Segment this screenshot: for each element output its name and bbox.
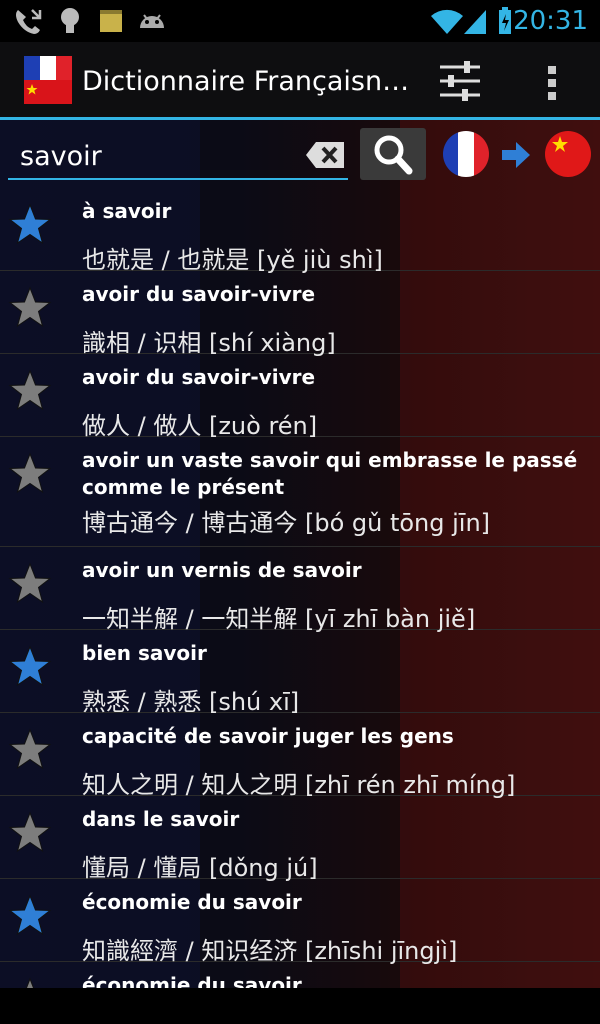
entry-french: économie du savoir — [82, 890, 302, 914]
clock: 20:31 — [513, 6, 588, 36]
entry-translation: 博古通今 / 博古通今 [bó gǔ tōng jīn] — [82, 509, 491, 537]
search-row — [0, 120, 600, 186]
clear-text-icon[interactable] — [304, 140, 346, 170]
entry-translation: 懂局 / 懂局 [dǒng jú] — [82, 854, 318, 882]
list-item[interactable]: avoir du savoir-vivre 做人 / 做人 [zuò rén] — [0, 354, 600, 440]
list-item[interactable]: à savoir 也就是 / 也就是 [yě jiù shì] — [0, 188, 600, 274]
search-field[interactable] — [8, 134, 348, 180]
battery-icon — [499, 7, 511, 34]
search-icon — [374, 135, 413, 175]
entry-translation: 知識經濟 / 知识经济 [zhīshi jīngjì] — [82, 937, 458, 965]
french-flag-icon[interactable] — [442, 130, 490, 178]
notes-icon — [100, 10, 122, 32]
entry-french: capacité de savoir juger les gens — [82, 724, 454, 748]
star-icon[interactable] — [6, 976, 54, 988]
chinese-flag-icon[interactable] — [544, 130, 592, 178]
missed-call-icon — [16, 9, 42, 34]
star-icon[interactable] — [6, 285, 54, 331]
star-icon[interactable] — [6, 810, 54, 856]
settings-sliders-icon[interactable] — [438, 60, 482, 102]
star-icon[interactable] — [6, 727, 54, 773]
star-filled-icon[interactable] — [6, 893, 54, 939]
entry-french: dans le savoir — [82, 807, 240, 831]
list-item[interactable]: économie du savoir 知識經濟 / 知识经济 [zhīshi jī… — [0, 879, 600, 965]
list-item[interactable]: dans le savoir 懂局 / 懂局 [dǒng jú] — [0, 796, 600, 882]
app-icon — [24, 56, 72, 104]
lightbulb-icon — [61, 8, 79, 33]
list-item[interactable]: avoir un vaste savoir qui embrasse le pa… — [0, 437, 600, 547]
app-title: Dictionnaire Françaisn… — [82, 66, 410, 97]
entry-french: économie du savoir — [82, 973, 302, 988]
star-icon[interactable] — [6, 451, 54, 497]
entry-french: avoir du savoir-vivre — [82, 282, 316, 306]
entry-french: bien savoir — [82, 641, 207, 665]
star-icon[interactable] — [6, 368, 54, 414]
results-list: à savoir 也就是 / 也就是 [yě jiù shì] avoir du s… — [0, 188, 600, 988]
signal-icon — [464, 10, 486, 34]
star-filled-icon[interactable] — [6, 202, 54, 248]
translate-direction-arrow-icon[interactable] — [500, 140, 532, 170]
list-item[interactable]: bien savoir 熟悉 / 熟悉 [shú xī] — [0, 630, 600, 716]
entry-translation: 識相 / 识相 [shí xiàng] — [82, 329, 336, 357]
navigation-bar — [0, 988, 600, 1024]
list-item[interactable]: avoir un vernis de savoir 一知半解 / 一知半解 [yī… — [0, 547, 600, 633]
entry-translation: 熟悉 / 熟悉 [shú xī] — [82, 688, 300, 716]
entry-french: avoir un vaste savoir qui embrasse le pa… — [82, 448, 578, 499]
list-item[interactable]: économie du savoir — [0, 962, 600, 988]
entry-french: avoir du savoir-vivre — [82, 365, 316, 389]
star-filled-icon[interactable] — [6, 644, 54, 690]
entry-translation: 知人之明 / 知人之明 [zhī rén zhī míng] — [82, 771, 516, 799]
entry-translation: 做人 / 做人 [zuò rén] — [82, 412, 318, 440]
entry-translation: 一知半解 / 一知半解 [yī zhī bàn jiě] — [82, 605, 476, 633]
star-icon[interactable] — [6, 561, 54, 607]
entry-french: à savoir — [82, 199, 172, 223]
action-bar: Dictionnaire Françaisn… — [0, 42, 600, 120]
entry-french: avoir un vernis de savoir — [82, 558, 362, 582]
wifi-icon — [431, 9, 463, 34]
search-input[interactable] — [20, 138, 300, 174]
search-button[interactable] — [360, 128, 426, 180]
content-area: à savoir也就是 / 也就是 [yě jiù shì]avoir du s… — [0, 120, 600, 988]
entry-translation: 也就是 / 也就是 [yě jiù shì] — [82, 246, 383, 274]
android-icon — [140, 14, 164, 28]
status-bar: 20:31 — [0, 0, 600, 42]
list-item[interactable]: avoir du savoir-vivre 識相 / 识相 [shí xiàng] — [0, 271, 600, 357]
list-item[interactable]: capacité de savoir juger les gens 知人之明 / … — [0, 713, 600, 799]
overflow-menu-icon[interactable] — [544, 64, 560, 102]
